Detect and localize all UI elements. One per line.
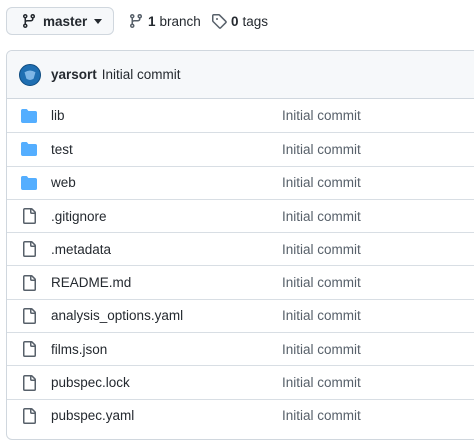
file-icon <box>21 307 37 324</box>
file-browser: yarsort Initial commit lib Initial commit… <box>6 50 474 440</box>
branch-count: 1 <box>148 13 156 29</box>
file-commit-message[interactable]: Initial commit <box>282 408 361 423</box>
folder-icon <box>21 108 37 124</box>
file-icon <box>21 341 37 358</box>
file-icon <box>21 274 37 291</box>
tags-link[interactable]: 0 tags <box>211 11 268 31</box>
file-commit-message[interactable]: Initial commit <box>282 275 361 290</box>
file-commit-message[interactable]: Initial commit <box>282 375 361 390</box>
tag-count: 0 <box>231 13 239 29</box>
file-name[interactable]: README.md <box>51 275 131 290</box>
git-branch-icon <box>129 14 142 29</box>
file-commit-message[interactable]: Initial commit <box>282 142 361 157</box>
file-commit-message[interactable]: Initial commit <box>282 175 361 190</box>
file-name[interactable]: analysis_options.yaml <box>51 308 183 323</box>
file-commit-message[interactable]: Initial commit <box>282 342 361 357</box>
file-name[interactable]: web <box>51 175 76 190</box>
file-row[interactable]: analysis_options.yaml Initial commit <box>7 298 474 332</box>
file-row[interactable]: films.json Initial commit <box>7 332 474 365</box>
file-commit-message[interactable]: Initial commit <box>282 209 361 224</box>
file-name[interactable]: pubspec.lock <box>51 375 130 390</box>
branch-select-button[interactable]: master <box>6 7 114 35</box>
file-row[interactable]: README.md Initial commit <box>7 265 474 298</box>
file-row[interactable]: .gitignore Initial commit <box>7 198 474 232</box>
chevron-down-icon <box>94 18 103 24</box>
file-name[interactable]: .metadata <box>51 242 111 257</box>
file-row[interactable]: lib Initial commit <box>7 99 474 132</box>
avatar[interactable] <box>19 63 41 86</box>
file-name[interactable]: pubspec.yaml <box>51 408 134 423</box>
file-name[interactable]: lib <box>51 108 65 123</box>
folder-icon <box>21 175 37 191</box>
file-icon <box>21 208 37 225</box>
commit-message[interactable]: Initial commit <box>102 67 181 82</box>
avatar-logo-icon <box>20 65 40 84</box>
file-name[interactable]: .gitignore <box>51 209 107 224</box>
latest-commit-header: yarsort Initial commit <box>7 51 474 99</box>
file-icon <box>21 374 37 391</box>
file-commit-message[interactable]: Initial commit <box>282 308 361 323</box>
tag-icon <box>212 14 227 29</box>
git-branch-icon <box>21 13 37 29</box>
file-row[interactable]: test Initial commit <box>7 132 474 165</box>
branch-name: master <box>43 13 88 29</box>
commit-author[interactable]: yarsort <box>51 67 97 82</box>
branch-count-label: branch <box>159 13 201 29</box>
file-commit-message[interactable]: Initial commit <box>282 108 361 123</box>
file-row[interactable]: pubspec.lock Initial commit <box>7 365 474 398</box>
file-name[interactable]: test <box>51 142 73 157</box>
file-icon <box>21 241 37 258</box>
branches-link[interactable]: 1 branch <box>128 11 201 31</box>
file-row[interactable]: .metadata Initial commit <box>7 232 474 265</box>
folder-icon <box>21 141 37 157</box>
file-list: lib Initial commit test Initial commit web In… <box>7 99 474 432</box>
file-row[interactable]: web Initial commit <box>7 165 474 199</box>
file-name[interactable]: films.json <box>51 342 107 357</box>
repo-toolbar: master 1 branch 0 tags <box>0 0 474 44</box>
tag-count-label: tags <box>242 13 269 29</box>
file-icon <box>21 407 37 424</box>
file-commit-message[interactable]: Initial commit <box>282 242 361 257</box>
file-row[interactable]: pubspec.yaml Initial commit <box>7 398 474 432</box>
